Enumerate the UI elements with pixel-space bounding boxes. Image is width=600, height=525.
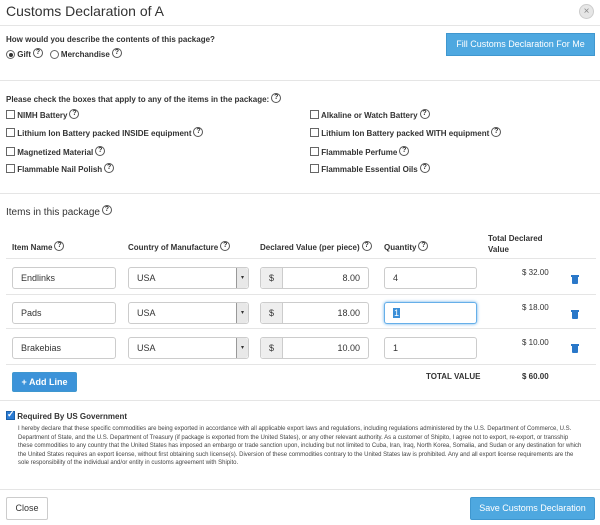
hazard-checkbox[interactable] [310, 128, 319, 138]
dollar-addon: $ [261, 268, 283, 288]
help-icon[interactable]: ? [104, 163, 115, 173]
gift-label: Gift [17, 50, 32, 59]
dollar-addon: $ [261, 338, 283, 358]
help-icon[interactable]: ? [361, 241, 372, 251]
fill-customs-button[interactable]: Fill Customs Declaration For Me [446, 33, 595, 56]
declared-value-input[interactable]: $ 10.00 [260, 337, 369, 359]
hazard-checkbox[interactable] [6, 128, 15, 138]
column-header-value: Declared Value (per piece)? [260, 241, 372, 253]
column-header-country: Country of Manufacture? [128, 241, 231, 253]
divider [0, 489, 600, 490]
declared-value-input[interactable]: $ 8.00 [260, 267, 369, 289]
help-icon[interactable]: ? [399, 146, 410, 156]
divider [6, 294, 596, 295]
help-icon[interactable]: ? [220, 241, 231, 251]
hazard-item[interactable]: Magnetized Material? [6, 146, 106, 158]
merchandise-radio[interactable] [49, 50, 59, 60]
help-icon[interactable]: ? [101, 205, 112, 215]
hazard-item[interactable]: Flammable Essential Oils? [310, 163, 430, 175]
save-declaration-button[interactable]: Save Customs Declaration [470, 497, 595, 520]
hazard-checkbox[interactable] [6, 164, 15, 174]
dollar-addon: $ [261, 303, 283, 323]
hazard-checkbox[interactable] [310, 147, 319, 157]
legal-text: I hereby declare that these specific com… [18, 426, 582, 467]
country-select[interactable]: USA ▾ [128, 267, 249, 289]
declared-value-input[interactable]: $ 18.00 [260, 302, 369, 324]
help-icon[interactable]: ? [419, 163, 430, 173]
hazard-checkbox[interactable] [310, 110, 319, 120]
contents-question: How would you describe the contents of t… [6, 35, 215, 44]
chevron-down-icon[interactable]: ▾ [236, 303, 248, 323]
merchandise-label: Merchandise [60, 50, 110, 59]
quantity-input[interactable]: 1 [384, 302, 477, 324]
divider [6, 364, 596, 365]
contents-options: Gift? Merchandise? [6, 48, 122, 60]
divider [0, 25, 600, 26]
help-icon[interactable]: ? [111, 48, 122, 58]
help-icon[interactable]: ? [95, 146, 106, 156]
close-icon[interactable]: × [579, 4, 594, 19]
column-header-quantity: Quantity? [384, 241, 429, 253]
government-checkbox[interactable] [6, 409, 15, 421]
item-name-input[interactable]: Pads [12, 302, 116, 324]
divider [0, 80, 600, 81]
help-icon[interactable]: ? [69, 109, 80, 119]
total-value-label: TOTAL VALUE [426, 372, 481, 381]
hazard-item[interactable]: Flammable Nail Polish? [6, 163, 115, 175]
country-select[interactable]: USA ▾ [128, 302, 249, 324]
items-heading: Items in this package? [6, 205, 112, 218]
hazard-checkbox[interactable] [6, 147, 15, 157]
help-icon[interactable]: ? [271, 93, 282, 103]
chevron-down-icon[interactable]: ▾ [236, 268, 248, 288]
item-name-input[interactable]: Endlinks [12, 267, 116, 289]
divider [0, 400, 600, 401]
trash-icon[interactable] [571, 275, 579, 284]
help-icon[interactable]: ? [418, 241, 429, 251]
help-icon[interactable]: ? [54, 241, 65, 251]
quantity-input[interactable]: 1 [384, 337, 477, 359]
help-icon[interactable]: ? [33, 48, 44, 58]
divider [0, 193, 600, 194]
hazard-item[interactable]: Lithium Ion Battery packed WITH equipmen… [310, 127, 502, 139]
hazard-item[interactable]: NIMH Battery? [6, 109, 80, 121]
row-total: $ 32.00 [522, 268, 549, 277]
row-total: $ 18.00 [522, 303, 549, 312]
hazard-item[interactable]: Flammable Perfume? [310, 146, 410, 158]
divider [6, 258, 596, 259]
help-icon[interactable]: ? [491, 127, 502, 137]
government-checkbox-row[interactable]: Required By US Government [6, 409, 127, 421]
help-icon[interactable]: ? [193, 127, 204, 137]
hazard-item[interactable]: Alkaline or Watch Battery? [310, 109, 430, 121]
row-total: $ 10.00 [522, 338, 549, 347]
divider [6, 328, 596, 329]
quantity-input[interactable]: 4 [384, 267, 477, 289]
column-header-total: Total Declared Value [488, 234, 543, 254]
hazards-prompt: Please check the boxes that apply to any… [6, 93, 282, 105]
trash-icon[interactable] [571, 344, 579, 353]
hazard-checkbox[interactable] [6, 110, 15, 120]
dialog-title: Customs Declaration of A [6, 3, 164, 19]
trash-icon[interactable] [571, 310, 579, 319]
hazard-checkbox[interactable] [310, 164, 319, 174]
gift-radio[interactable] [6, 50, 15, 60]
country-select[interactable]: USA ▾ [128, 337, 249, 359]
close-button[interactable]: Close [6, 497, 48, 520]
column-header-name: Item Name? [12, 241, 65, 253]
item-name-input[interactable]: Brakebias [12, 337, 116, 359]
help-icon[interactable]: ? [419, 109, 430, 119]
chevron-down-icon[interactable]: ▾ [236, 338, 248, 358]
hazard-item[interactable]: Lithium Ion Battery packed INSIDE equipm… [6, 127, 204, 139]
add-line-button[interactable]: + Add Line [12, 372, 77, 392]
total-value: $ 60.00 [522, 372, 549, 381]
